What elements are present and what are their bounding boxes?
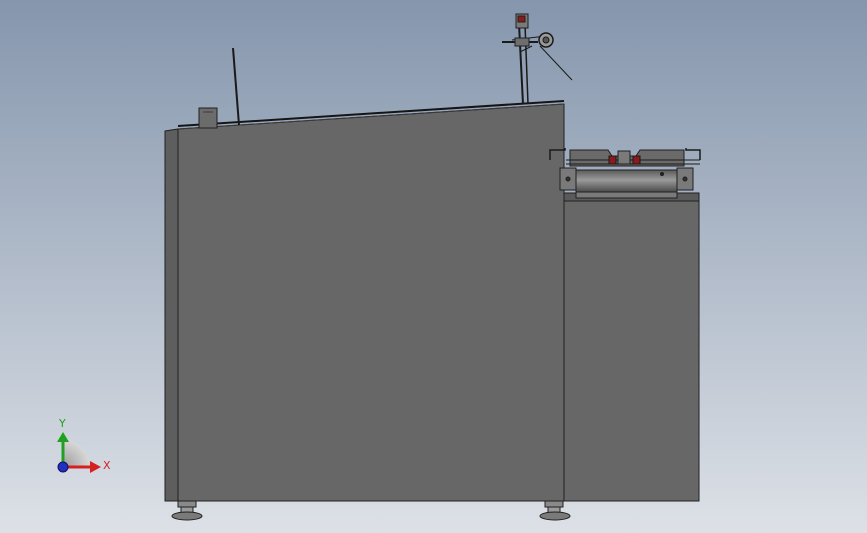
main-cabinet-front (177, 103, 565, 502)
roller-assembly (549, 148, 701, 199)
triad-y-label: Y (58, 417, 66, 430)
main-cabinet-side-panel (164, 128, 179, 502)
triad-z-axis (57, 461, 69, 473)
triad-x-label: X (103, 459, 111, 472)
right-cabinet (563, 200, 700, 502)
sensor-indicator-red (517, 15, 526, 23)
cad-viewport[interactable]: Y X (0, 0, 867, 533)
top-left-bracket (198, 107, 218, 129)
